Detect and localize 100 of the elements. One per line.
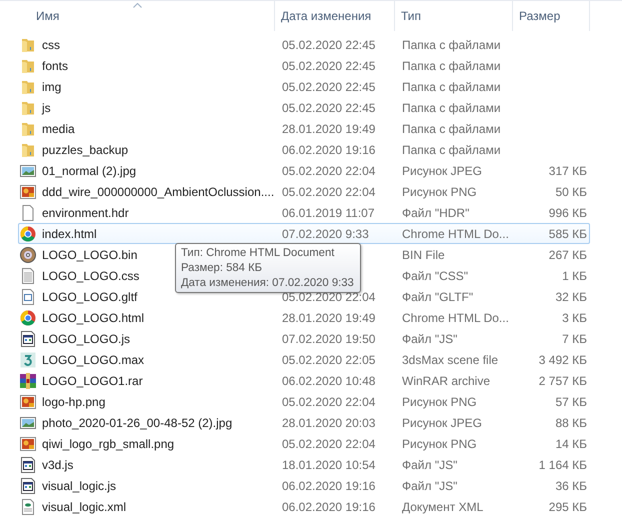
file-size: 3 КБ [562, 310, 587, 324]
file-name[interactable]: media [42, 122, 75, 136]
file-type: Папка с файлами [402, 58, 501, 72]
file-type: Папка с файлами [402, 100, 501, 114]
window-icon [20, 288, 36, 304]
file-type: Папка с файлами [402, 122, 501, 136]
modified-date: 07.02.2020 19:50 [282, 332, 376, 346]
file-name[interactable]: js [42, 100, 51, 114]
file-name[interactable]: visual_logic.js [42, 478, 116, 492]
file-type: Рисунок JPEG [402, 164, 482, 178]
column-header[interactable]: Дата изменения [275, 1, 395, 31]
script-icon [20, 330, 36, 346]
modified-date: 05.02.2020 22:45 [282, 58, 376, 72]
file-type: Документ XML [402, 500, 484, 514]
file-name[interactable]: index.html [42, 226, 97, 240]
folder-icon [20, 58, 36, 74]
file-type: Рисунок PNG [402, 436, 477, 450]
modified-date: 28.01.2020 20:03 [282, 416, 376, 430]
file-type: Chrome HTML Do... [402, 226, 509, 240]
file-size: 585 КБ [548, 226, 587, 240]
xml-icon [20, 498, 36, 514]
file-size: 1 КБ [562, 268, 587, 282]
file-name[interactable]: environment.hdr [42, 206, 129, 220]
browser-icon [20, 226, 36, 242]
photo-icon [20, 414, 36, 430]
modified-date: 05.02.2020 22:04 [282, 436, 376, 450]
file-name[interactable]: visual_logic.xml [42, 500, 126, 514]
file-type: Файл "CSS" [402, 268, 468, 282]
modified-date: 28.01.2020 19:49 [282, 122, 376, 136]
file-name[interactable]: LOGO_LOGO1.rar [42, 374, 143, 388]
file-type: Папка с файлами [402, 142, 501, 156]
file-name[interactable]: photo_2020-01-26_00-48-52 (2).jpg [42, 416, 232, 430]
file-name[interactable]: LOGO_LOGO.gltf [42, 290, 138, 304]
file-name[interactable]: img [42, 80, 62, 94]
modified-date: 05.02.2020 22:04 [282, 394, 376, 408]
folder-icon [20, 120, 36, 136]
folder-icon [20, 78, 36, 94]
modified-date: 07.02.2020 9:33 [282, 226, 369, 240]
file-size: 1 164 КБ [538, 458, 587, 472]
file-type: Рисунок PNG [402, 394, 477, 408]
file-size: 14 КБ [555, 436, 587, 450]
file-size: 317 КБ [548, 164, 587, 178]
file-name[interactable]: LOGO_LOGO.html [42, 310, 144, 324]
file-name[interactable]: qiwi_logo_rgb_small.png [42, 436, 174, 450]
script-icon [20, 456, 36, 472]
column-header[interactable]: Размер [513, 1, 590, 31]
file-type: Папка с файлами [402, 80, 501, 94]
file-name[interactable]: logo-hp.png [42, 394, 106, 408]
file-size: 2 757 КБ [538, 374, 587, 388]
tooltip-line: Дата изменения: 07.02.2020 9:33 [181, 276, 355, 290]
script-icon [20, 478, 36, 494]
file-name[interactable]: 01_normal (2).jpg [42, 164, 136, 178]
modified-date: 06.02.2020 10:48 [282, 374, 376, 388]
highlighted-row[interactable]: index.html 07.02.2020 9:33 Chrome HTML Do... 585 КБ [18, 223, 590, 244]
modified-date: 05.02.2020 22:05 [282, 352, 376, 366]
file-size: 50 КБ [555, 184, 587, 198]
file-type: WinRAR archive [402, 374, 490, 388]
file-name[interactable]: LOGO_LOGO.bin [42, 248, 138, 262]
folder-icon [20, 100, 36, 116]
file-name[interactable]: v3d.js [42, 458, 74, 472]
modified-date: 05.02.2020 22:45 [282, 38, 376, 52]
file-type: Папка с файлами [402, 38, 501, 52]
file-name[interactable]: LOGO_LOGO.max [42, 352, 144, 366]
file-name[interactable]: LOGO_LOGO.js [42, 332, 130, 346]
file-name[interactable]: fonts [42, 58, 68, 72]
tooltip-line: Тип: Chrome HTML Document [181, 246, 336, 260]
file-type: Файл "JS" [402, 332, 458, 346]
modified-date: 06.02.2020 19:16 [282, 142, 376, 156]
column-header[interactable]: Имя [0, 1, 275, 31]
text-icon [20, 268, 36, 284]
modified-date: 05.02.2020 22:04 [282, 184, 376, 198]
file-type: Рисунок PNG [402, 184, 477, 198]
file-size: 88 КБ [555, 416, 587, 430]
file-name[interactable]: css [42, 38, 60, 52]
file-type: BIN File [402, 248, 445, 262]
photo-icon [20, 162, 36, 178]
file-name[interactable]: puzzles_backup [42, 142, 128, 156]
file-size: 996 КБ [548, 206, 587, 220]
modified-date: 05.02.2020 22:45 [282, 100, 376, 114]
file-name[interactable]: ddd_wire_000000000_AmbientOclussion.... [42, 184, 274, 198]
file-type: Файл "JS" [402, 458, 458, 472]
modified-date: 28.01.2020 19:49 [282, 310, 376, 324]
modified-date: 06.01.2019 11:07 [282, 206, 375, 220]
modified-date: 05.02.2020 22:04 [282, 290, 376, 304]
file-size: 3 492 КБ [538, 352, 587, 366]
file-type: Файл "GLTF" [402, 290, 474, 304]
file-size: 57 КБ [555, 394, 587, 408]
browser-icon [20, 310, 36, 326]
blank-icon [20, 204, 36, 220]
folder-icon [20, 36, 36, 52]
file-size: 32 КБ [555, 290, 587, 304]
modified-date: 05.02.2020 22:04 [282, 164, 376, 178]
modified-date: 18.01.2020 10:54 [282, 458, 376, 472]
file-type: Рисунок JPEG [402, 416, 482, 430]
file-type: Файл "HDR" [402, 206, 470, 220]
modified-date: 06.02.2020 19:16 [282, 500, 376, 514]
modified-date: 06.02.2020 19:16 [282, 478, 376, 492]
column-header[interactable]: Тип [395, 1, 513, 31]
file-type: Chrome HTML Do... [402, 310, 509, 324]
file-name[interactable]: LOGO_LOGO.css [42, 268, 140, 282]
